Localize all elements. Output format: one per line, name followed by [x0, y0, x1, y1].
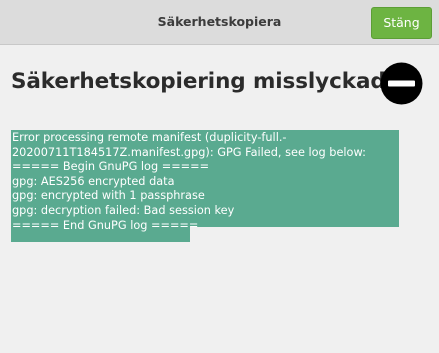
log-line: ===== End GnuPG log ===== — [12, 218, 199, 232]
no-entry-icon — [380, 62, 423, 105]
close-button[interactable]: Stäng — [371, 7, 432, 39]
log-line: gpg: encrypted with 1 passphrase — [12, 189, 205, 203]
error-log: Error processing remote manifest (duplic… — [12, 131, 404, 233]
title-bar: Säkerhetskopiera Stäng — [0, 0, 439, 45]
log-line: gpg: decryption failed: Bad session key — [12, 203, 235, 217]
log-line: gpg: AES256 encrypted data — [12, 174, 175, 188]
log-line: 20200711T184517Z.manifest.gpg): GPG Fail… — [12, 145, 366, 159]
page-title: Säkerhetskopiering misslyckades — [11, 69, 413, 94]
log-line: ===== Begin GnuPG log ===== — [12, 160, 210, 174]
log-line: Error processing remote manifest (duplic… — [12, 131, 287, 144]
